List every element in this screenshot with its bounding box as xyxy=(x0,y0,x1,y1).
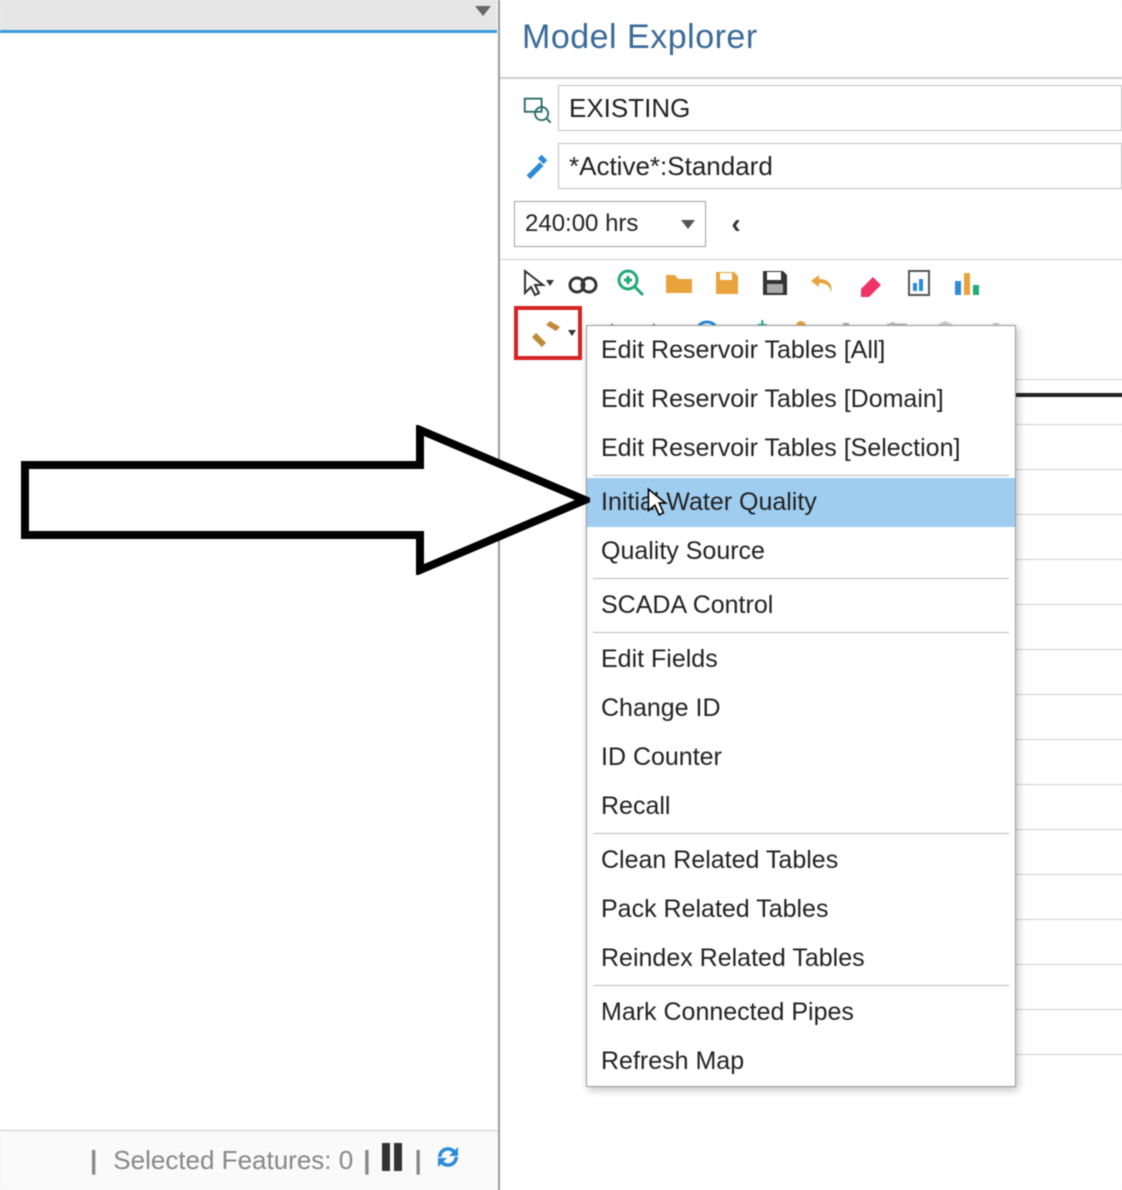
panel-title: Model Explorer xyxy=(500,0,1122,79)
menu-item[interactable]: ID Counter xyxy=(587,733,1015,782)
time-value: 240:00 hrs xyxy=(525,210,638,238)
bar-chart-icon[interactable] xyxy=(946,262,988,304)
grid-header-line xyxy=(1016,393,1122,397)
time-prev-button[interactable]: ‹ xyxy=(726,208,746,240)
menu-item[interactable]: Edit Reservoir Tables [Domain] xyxy=(587,375,1015,424)
menu-item[interactable]: Clean Related Tables xyxy=(587,836,1015,885)
toolbar-row-1 xyxy=(514,260,1122,306)
menu-item[interactable]: Edit Fields xyxy=(587,635,1015,684)
scenario-icon xyxy=(514,93,558,123)
menu-divider xyxy=(593,578,1009,579)
menu-divider xyxy=(593,632,1009,633)
grid-rows-background xyxy=(1016,335,1122,1055)
report-icon[interactable] xyxy=(898,262,940,304)
menu-item[interactable]: Edit Reservoir Tables [Selection] xyxy=(587,424,1015,473)
menu-divider xyxy=(593,833,1009,834)
menu-item[interactable]: Recall xyxy=(587,782,1015,831)
menu-divider xyxy=(593,475,1009,476)
zoom-in-icon[interactable] xyxy=(610,262,652,304)
canvas-dropdown-bar[interactable] xyxy=(0,0,497,33)
menu-divider xyxy=(593,985,1009,986)
undo-icon[interactable] xyxy=(802,262,844,304)
tools-icon xyxy=(514,151,558,181)
open-folder-icon[interactable] xyxy=(658,262,700,304)
map-canvas[interactable]: | Selected Features: 0 | | xyxy=(0,0,500,1190)
menu-item[interactable]: SCADA Control xyxy=(587,581,1015,630)
menu-item[interactable]: Pack Related Tables xyxy=(587,885,1015,934)
menu-item[interactable]: Quality Source xyxy=(587,527,1015,576)
save-icon[interactable] xyxy=(754,262,796,304)
chevron-down-icon xyxy=(681,220,695,229)
separator: | xyxy=(90,1145,97,1176)
hammer-icon[interactable] xyxy=(518,312,578,354)
menu-item[interactable]: Mark Connected Pipes xyxy=(587,988,1015,1037)
eraser-icon[interactable] xyxy=(850,262,892,304)
separator: | xyxy=(414,1145,421,1176)
menu-item[interactable]: Edit Reservoir Tables [All] xyxy=(587,326,1015,375)
scenario-value[interactable]: EXISTING xyxy=(558,85,1122,131)
menu-item[interactable]: Change ID xyxy=(587,684,1015,733)
menu-item[interactable]: Initial Water Quality xyxy=(587,478,1015,527)
scenario-row[interactable]: EXISTING xyxy=(500,79,1122,137)
pause-button[interactable] xyxy=(380,1143,404,1178)
hammer-context-menu: Edit Reservoir Tables [All]Edit Reservoi… xyxy=(586,325,1016,1087)
hammer-dropdown-highlighted[interactable] xyxy=(514,306,582,360)
status-bar: | Selected Features: 0 | | xyxy=(0,1130,498,1190)
time-select[interactable]: 240:00 hrs xyxy=(514,201,706,247)
separator: | xyxy=(363,1145,370,1176)
chevron-down-icon xyxy=(475,6,491,16)
selected-features-label: Selected Features: 0 xyxy=(113,1145,353,1176)
menu-item[interactable]: Reindex Related Tables xyxy=(587,934,1015,983)
menu-item[interactable]: Refresh Map xyxy=(587,1037,1015,1086)
active-value[interactable]: *Active*:Standard xyxy=(558,143,1122,189)
binoculars-icon[interactable] xyxy=(562,262,604,304)
active-row[interactable]: *Active*:Standard xyxy=(500,137,1122,195)
save-small-icon[interactable] xyxy=(706,262,748,304)
refresh-icon[interactable] xyxy=(432,1141,464,1180)
pointer-tool[interactable] xyxy=(514,262,556,304)
